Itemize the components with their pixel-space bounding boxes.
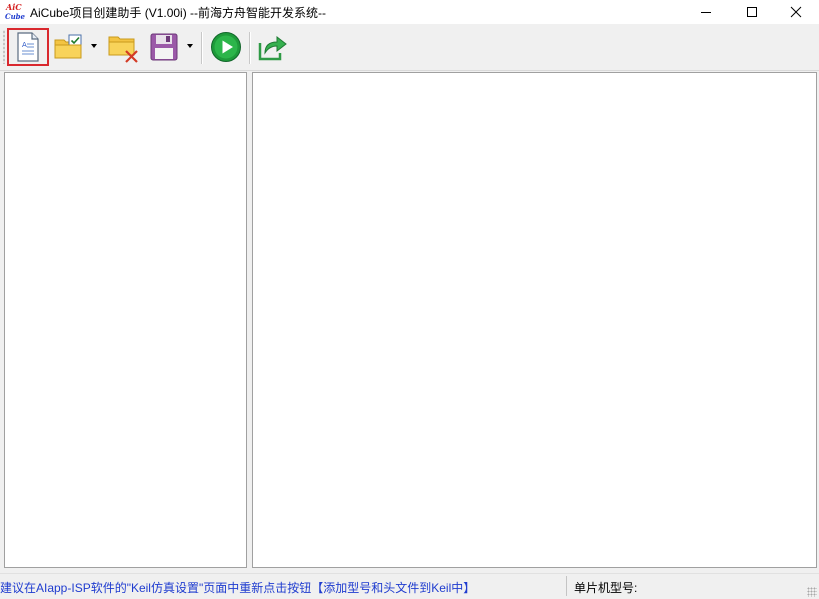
run-button[interactable]	[207, 28, 245, 66]
resize-grip[interactable]	[807, 587, 817, 597]
toolbar-grip[interactable]	[3, 30, 5, 64]
minimize-button[interactable]	[683, 0, 729, 24]
play-icon	[211, 32, 241, 62]
project-tree-pane[interactable]	[4, 72, 247, 568]
share-arrow-icon	[258, 35, 287, 61]
save-project-dropdown-arrow[interactable]	[187, 44, 193, 48]
close-button[interactable]	[773, 0, 819, 24]
export-button[interactable]	[253, 28, 291, 66]
toolbar-separator	[249, 32, 251, 64]
close-project-button[interactable]	[104, 28, 142, 66]
app-logo: AiC Cube	[5, 2, 26, 22]
title-bar: AiC Cube AiCube项目创建助手 (V1.00i) --前海方舟智能开…	[0, 0, 819, 24]
new-project-button[interactable]: A	[7, 28, 49, 66]
floppy-disk-icon	[150, 33, 178, 61]
folder-delete-icon	[108, 36, 138, 63]
svg-text:Cube: Cube	[5, 12, 25, 21]
status-message: 建议在AIapp-ISP软件的"Keil仿真设置"页面中重新点击按钮【添加型号和…	[0, 581, 476, 595]
toolbar-separator	[201, 32, 203, 64]
window-title: AiCube项目创建助手 (V1.00i) --前海方舟智能开发系统--	[30, 6, 327, 20]
status-bar: 建议在AIapp-ISP软件的"Keil仿真设置"页面中重新点击按钮【添加型号和…	[0, 573, 819, 599]
open-folder-check-icon	[54, 34, 82, 59]
open-project-dropdown-arrow[interactable]	[91, 44, 97, 48]
new-document-icon: A	[17, 32, 39, 62]
status-divider	[566, 576, 567, 596]
toolbar: A	[0, 24, 819, 71]
content-pane[interactable]	[252, 72, 817, 568]
open-project-button[interactable]	[51, 28, 87, 66]
svg-text:AiC: AiC	[5, 2, 22, 12]
close-icon	[790, 6, 802, 18]
maximize-icon	[747, 7, 757, 17]
chip-model-label: 单片机型号:	[574, 581, 638, 595]
minimize-icon	[701, 12, 711, 13]
svg-text:A: A	[22, 41, 27, 49]
save-project-button[interactable]	[146, 28, 182, 66]
maximize-button[interactable]	[729, 0, 775, 24]
